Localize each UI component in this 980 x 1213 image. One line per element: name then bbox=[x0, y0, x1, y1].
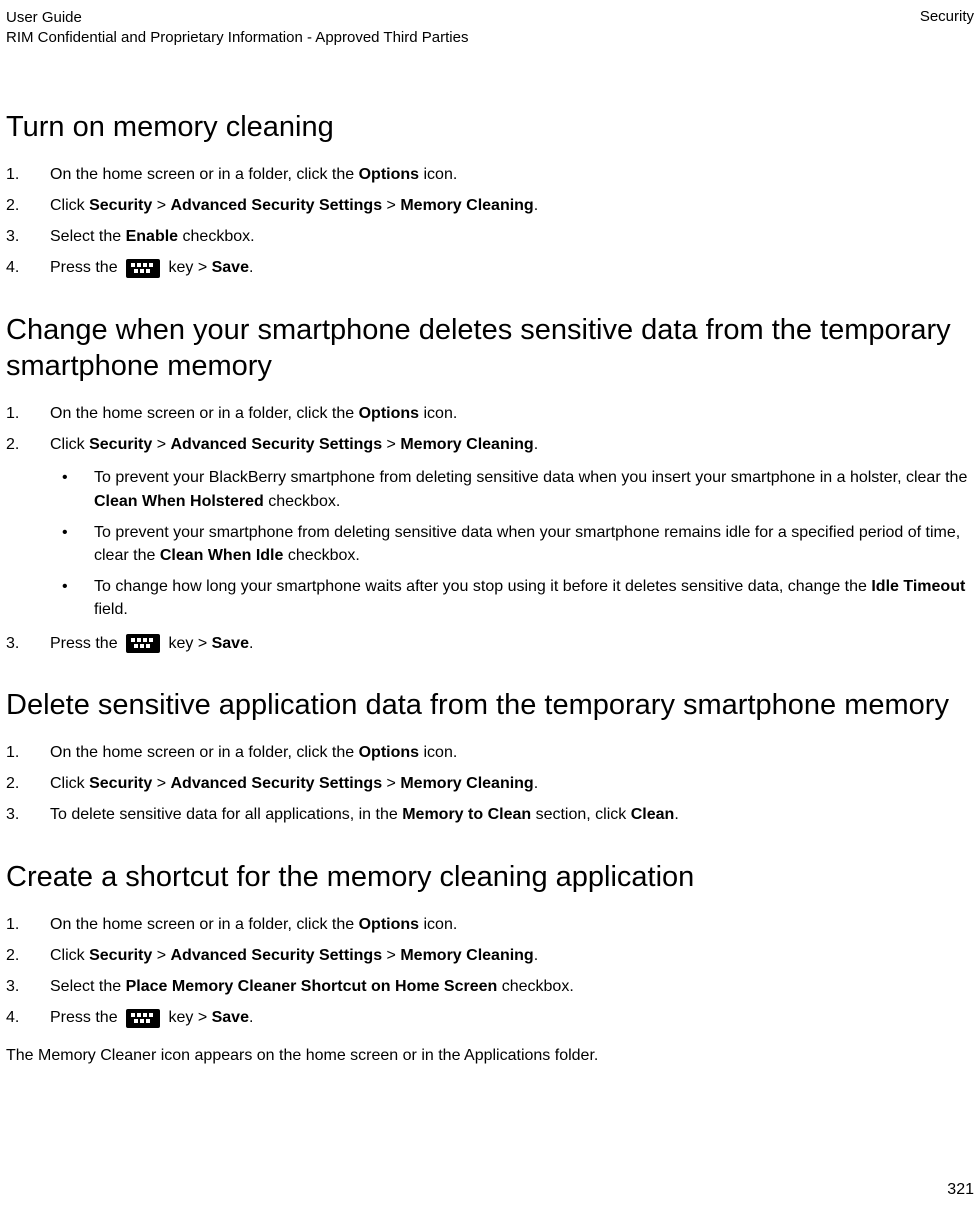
step-item: Select the Enable checkbox. bbox=[6, 225, 974, 248]
blackberry-menu-key-icon bbox=[126, 1009, 160, 1028]
step-item: To delete sensitive data for all applica… bbox=[6, 803, 974, 826]
section-heading: Delete sensitive application data from t… bbox=[6, 687, 974, 723]
section-turn-on-memory-cleaning: Turn on memory cleaning On the home scre… bbox=[6, 109, 974, 280]
header-guide-title: User Guide bbox=[6, 8, 468, 28]
step-item: Click Security > Advanced Security Setti… bbox=[6, 194, 974, 217]
ordered-steps: On the home screen or in a folder, click… bbox=[6, 913, 974, 1030]
page-number: 321 bbox=[947, 1181, 974, 1199]
section-heading: Create a shortcut for the memory cleanin… bbox=[6, 859, 974, 895]
bullet-item: To prevent your smartphone from deleting… bbox=[62, 521, 974, 567]
section-change-when-deletes: Change when your smartphone deletes sens… bbox=[6, 312, 974, 655]
bullet-item: To change how long your smartphone waits… bbox=[62, 575, 974, 621]
step-item: On the home screen or in a folder, click… bbox=[6, 163, 974, 186]
step-item: Press the key > Save. bbox=[6, 632, 974, 655]
section-create-shortcut: Create a shortcut for the memory cleanin… bbox=[6, 859, 974, 1067]
header-confidential: RIM Confidential and Proprietary Informa… bbox=[6, 28, 468, 48]
step-item: Press the key > Save. bbox=[6, 256, 974, 279]
blackberry-menu-key-icon bbox=[126, 634, 160, 653]
step-item: Click Security > Advanced Security Setti… bbox=[6, 772, 974, 795]
step-item: Click Security > Advanced Security Setti… bbox=[6, 433, 974, 621]
step-item: Press the key > Save. bbox=[6, 1006, 974, 1029]
step-item: On the home screen or in a folder, click… bbox=[6, 741, 974, 764]
section-heading: Change when your smartphone deletes sens… bbox=[6, 312, 974, 385]
ordered-steps: On the home screen or in a folder, click… bbox=[6, 402, 974, 655]
header-right: Security bbox=[920, 8, 974, 25]
step-item: On the home screen or in a folder, click… bbox=[6, 913, 974, 936]
section-heading: Turn on memory cleaning bbox=[6, 109, 974, 145]
bullet-item: To prevent your BlackBerry smartphone fr… bbox=[62, 466, 974, 512]
bullet-list: To prevent your BlackBerry smartphone fr… bbox=[62, 466, 974, 621]
section-delete-sensitive-data: Delete sensitive application data from t… bbox=[6, 687, 974, 827]
header-left: User Guide RIM Confidential and Propriet… bbox=[6, 8, 468, 49]
section-note: The Memory Cleaner icon appears on the h… bbox=[6, 1044, 974, 1067]
page-header: User Guide RIM Confidential and Propriet… bbox=[6, 8, 974, 49]
blackberry-menu-key-icon bbox=[126, 259, 160, 278]
step-item: Click Security > Advanced Security Setti… bbox=[6, 944, 974, 967]
step-item: Select the Place Memory Cleaner Shortcut… bbox=[6, 975, 974, 998]
step-item: On the home screen or in a folder, click… bbox=[6, 402, 974, 425]
ordered-steps: On the home screen or in a folder, click… bbox=[6, 163, 974, 280]
ordered-steps: On the home screen or in a folder, click… bbox=[6, 741, 974, 827]
